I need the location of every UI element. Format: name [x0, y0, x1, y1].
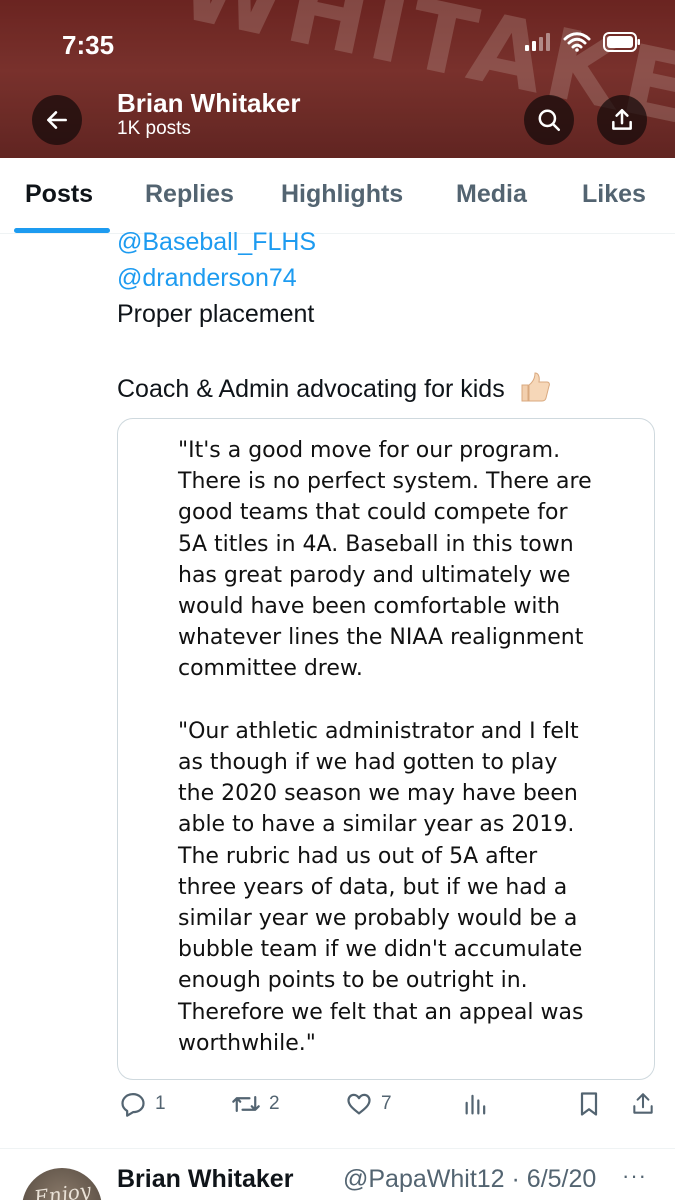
avatar-text: Enjoy [32, 1178, 93, 1200]
heart-icon [347, 1093, 371, 1115]
tab-highlights[interactable]: Highlights [281, 180, 403, 209]
reply-button[interactable]: 1 [119, 1090, 166, 1118]
tweet-text-line-advocating: Coach & Admin advocating for kids [117, 370, 552, 411]
tab-likes[interactable]: Likes [582, 180, 646, 209]
status-bar: 7:35 [0, 0, 675, 80]
cellular-signal-icon [525, 33, 550, 51]
mention-link-baseball-flhs[interactable]: @Baseball_FLHS [117, 228, 316, 257]
back-button[interactable] [32, 95, 82, 145]
share-icon [633, 1093, 653, 1114]
bookmark-icon [580, 1092, 598, 1116]
repost-button[interactable]: 2 [231, 1090, 280, 1118]
share-profile-button[interactable] [597, 95, 647, 145]
search-icon [538, 109, 560, 131]
thumbs-up-icon [518, 370, 552, 411]
tweet-text-line: Proper placement [117, 300, 315, 328]
more-options-icon[interactable]: ··· [622, 1163, 647, 1189]
quoted-article-text: "It's a good move for our program. There… [178, 438, 592, 1056]
tab-media[interactable]: Media [456, 180, 527, 209]
share-tweet-button[interactable] [630, 1090, 656, 1118]
like-button[interactable]: 7 [345, 1090, 392, 1118]
reply-icon [121, 1092, 145, 1117]
tweet-text-advocating: Coach & Admin advocating for kids [117, 375, 505, 404]
views-button[interactable] [462, 1090, 490, 1118]
tweet-image-card[interactable]: "It's a good move for our program. There… [117, 418, 655, 1080]
reply-count: 1 [155, 1093, 166, 1114]
profile-tabs: Posts Replies Highlights Media Likes [0, 158, 675, 234]
tweet-action-bar: 1 2 7 [0, 1090, 675, 1130]
wifi-icon [563, 32, 591, 52]
active-tab-indicator [14, 228, 110, 233]
avatar[interactable]: Enjoy [22, 1168, 102, 1200]
profile-name: Brian Whitaker [117, 88, 301, 118]
share-icon [612, 109, 632, 130]
next-tweet-author-name[interactable]: Brian Whitaker [117, 1165, 293, 1194]
mention-link-dranderson74[interactable]: @dranderson74 [117, 264, 297, 293]
battery-icon [603, 32, 640, 52]
bookmark-button[interactable] [576, 1090, 602, 1118]
tweet-divider [0, 1148, 675, 1149]
status-icons [525, 32, 641, 52]
tab-replies[interactable]: Replies [145, 180, 234, 209]
search-button[interactable] [524, 95, 574, 145]
profile-post-count: 1K posts [117, 118, 191, 139]
tab-posts[interactable]: Posts [25, 180, 93, 209]
repost-count: 2 [269, 1093, 280, 1114]
arrow-left-icon [47, 111, 67, 129]
bar-chart-icon [465, 1094, 486, 1115]
status-time: 7:35 [62, 30, 115, 60]
next-tweet-handle-date: @PapaWhit12 · 6/5/20 [343, 1165, 597, 1193]
like-count: 7 [381, 1093, 392, 1114]
repost-icon [232, 1095, 260, 1113]
